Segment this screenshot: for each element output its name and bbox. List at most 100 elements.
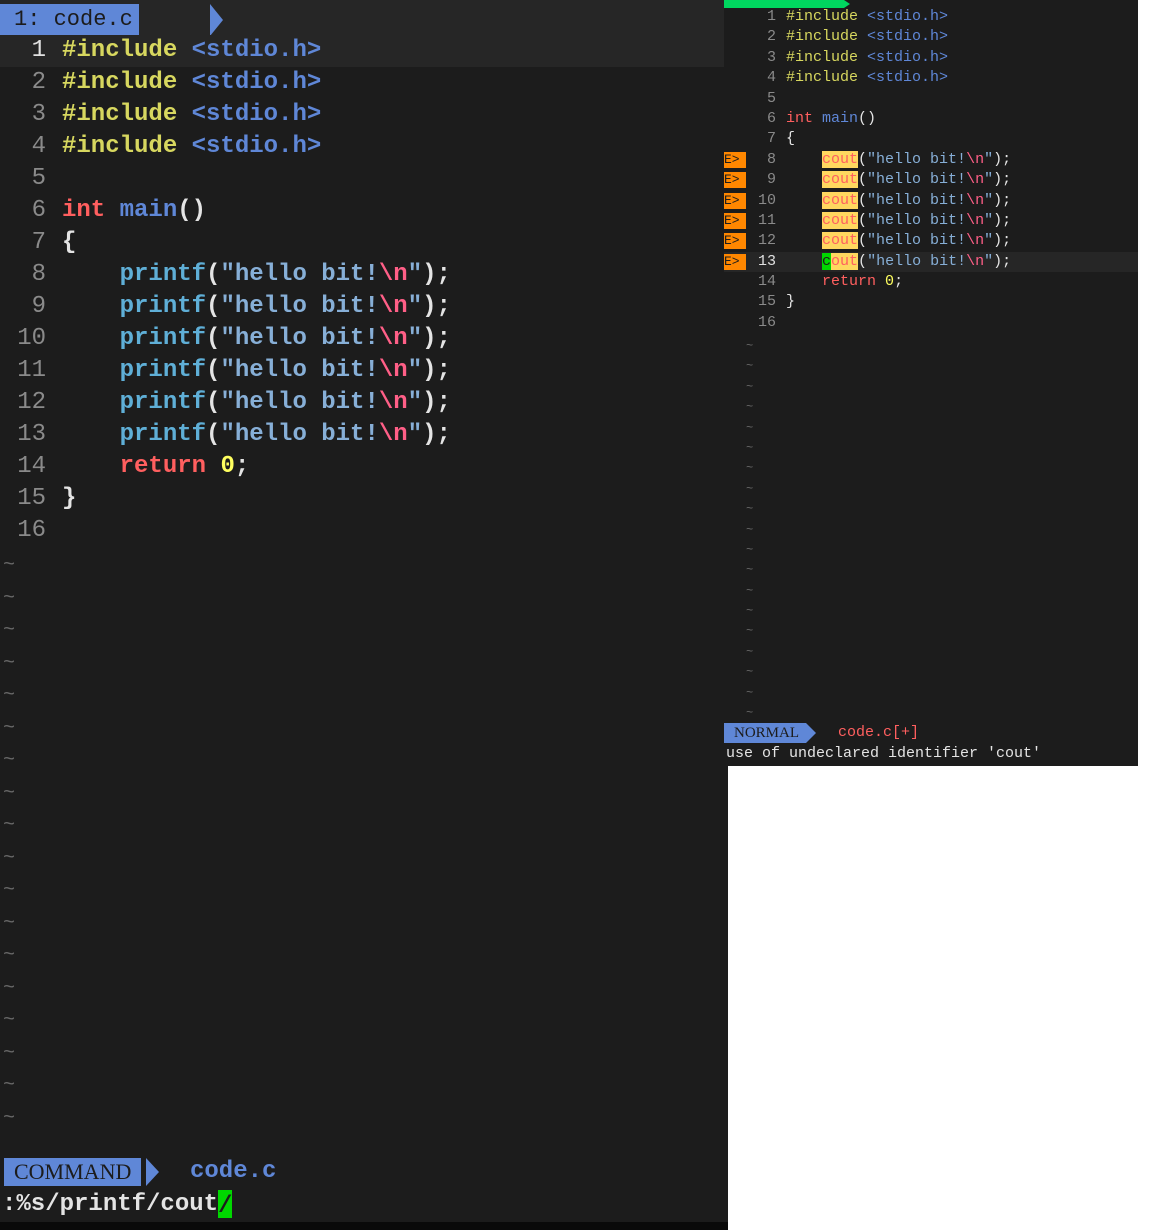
error-sign-marker: E> (724, 151, 746, 168)
string-quote: " (984, 232, 994, 250)
line-number: 14 (757, 273, 776, 291)
line-content: #include <stdio.h> (786, 48, 948, 68)
left-empty-line-markers: ~ ~ ~ ~ ~ ~ ~ ~ ~ ~ ~ ~ ~ ~ ~ ~ ~ ~ (3, 550, 15, 1135)
left-buffer-tab[interactable]: 1: code.c (0, 4, 139, 36)
error-sign-marker: E> (724, 172, 746, 189)
code-line[interactable]: 4 #include <stdio.h> (724, 68, 1138, 88)
line-number: 2 (766, 28, 776, 46)
code-line[interactable]: 11 printf("hello bit!\n"); (0, 355, 728, 387)
return-keyword: return (119, 453, 207, 480)
close-paren: ); (422, 357, 451, 384)
code-line[interactable]: 7{ (0, 227, 728, 259)
right-code-area[interactable]: 1 #include <stdio.h> 2 #include <stdio.h> 3 #… (724, 7, 1138, 333)
line-number: 14 (17, 453, 46, 480)
close-paren: ); (422, 389, 451, 416)
include-header: <stdio.h> (867, 69, 949, 87)
code-line[interactable]: 4 #include <stdio.h> (0, 131, 728, 163)
open-paren: ( (206, 357, 221, 384)
code-line[interactable]: 1 #include <stdio.h> (0, 35, 728, 67)
line-content: cout("hello bit!\n"); (786, 170, 1011, 190)
preprocessor-include: #include (62, 101, 178, 128)
code-line[interactable]: 2 #include <stdio.h> (724, 27, 1138, 47)
code-line[interactable]: 12 printf("hello bit!\n"); (0, 387, 728, 419)
code-line[interactable]: E> 12 cout("hello bit!\n"); (724, 231, 1138, 251)
highlighted-identifier: cout (822, 211, 859, 229)
code-line[interactable]: 5 (0, 163, 728, 195)
left-vim-editor[interactable]: 1: code.c 1 #include <stdio.h> 2 #include <… (0, 0, 728, 1230)
tilde-marker: ~ (746, 522, 754, 537)
code-line[interactable]: 6 int main() (724, 109, 1138, 129)
tilde-marker: ~ (746, 563, 754, 578)
function-name: main (119, 197, 178, 224)
function-call: printf (119, 325, 207, 352)
brace: { (62, 229, 77, 256)
code-line[interactable]: 2 #include <stdio.h> (0, 67, 728, 99)
code-line[interactable]: 13 printf("hello bit!\n"); (0, 419, 728, 451)
code-line[interactable]: 1 #include <stdio.h> (724, 7, 1138, 27)
escape-sequence: \n (378, 325, 408, 352)
code-line[interactable]: 14 return 0; (0, 451, 728, 483)
right-statusline: NORMAL code.c[+] (724, 722, 1138, 744)
line-content: printf("hello bit!\n"); (62, 387, 451, 419)
line-number: 10 (17, 325, 46, 352)
code-line[interactable]: 3 #include <stdio.h> (724, 48, 1138, 68)
string-literal: "hello bit! (867, 252, 967, 270)
tilde-marker: ~ (3, 716, 16, 740)
line-content: int main() (62, 195, 206, 227)
right-vim-editor[interactable]: 1 #include <stdio.h> 2 #include <stdio.h> 3 #… (724, 0, 1138, 766)
line-number: 5 (31, 165, 46, 192)
line-content: #include <stdio.h> (62, 99, 321, 131)
code-line[interactable]: 16 (0, 515, 728, 547)
right-mode-indicator: NORMAL (724, 723, 806, 743)
line-content: { (786, 129, 795, 149)
line-number: 5 (766, 89, 776, 107)
open-paren: ( (858, 232, 868, 250)
code-line[interactable]: 3 #include <stdio.h> (0, 99, 728, 131)
code-line[interactable]: E> 8 cout("hello bit!\n"); (724, 150, 1138, 170)
code-line[interactable]: 9 printf("hello bit!\n"); (0, 291, 728, 323)
escape-sequence: \n (378, 421, 408, 448)
line-number: 16 (17, 517, 46, 544)
left-command-line[interactable]: :%s/printf/cout/ (0, 1188, 728, 1222)
left-bottom-edge (0, 1222, 728, 1230)
line-content: return 0; (786, 272, 903, 292)
code-line[interactable]: E> 9 cout("hello bit!\n"); (724, 170, 1138, 190)
code-line[interactable]: E> 13 cout("hello bit!\n"); (724, 251, 1138, 273)
line-content: return 0; (62, 451, 250, 483)
number-literal: 0 (220, 453, 235, 480)
type-keyword: int (786, 109, 814, 127)
line-content: int main() (786, 109, 876, 129)
escape-sequence: \n (966, 171, 985, 189)
tilde-marker: ~ (746, 665, 754, 680)
semicolon: ; (234, 453, 250, 480)
string-literal: "hello bit! (220, 421, 379, 448)
tilde-marker: ~ (3, 814, 16, 837)
code-line[interactable]: 15} (0, 483, 728, 515)
string-quote: " (407, 293, 423, 320)
left-code-area[interactable]: 1 #include <stdio.h> 2 #include <stdio.h> 3 #… (0, 35, 728, 547)
type-keyword: int (62, 197, 106, 224)
tilde-marker: ~ (3, 619, 16, 642)
code-line[interactable]: 8 printf("hello bit!\n"); (0, 259, 728, 291)
error-message: use of undeclared identifier 'cout' (726, 745, 1042, 762)
code-line[interactable]: E> 10 cout("hello bit!\n"); (724, 191, 1138, 211)
string-literal: "hello bit! (867, 232, 967, 250)
code-line[interactable]: 10 printf("hello bit!\n"); (0, 323, 728, 355)
command-text[interactable]: :%s/printf/cout (2, 1191, 218, 1218)
code-line[interactable]: 5 (724, 89, 1138, 109)
function-name: main (822, 109, 859, 127)
line-content: #include <stdio.h> (786, 27, 948, 47)
code-line[interactable]: 16 (724, 313, 1138, 333)
open-paren: ( (858, 171, 868, 189)
code-line[interactable]: 15} (724, 292, 1138, 312)
tilde-marker: ~ (3, 651, 16, 675)
include-header: <stdio.h> (867, 8, 949, 25)
code-line[interactable]: 14 return 0; (724, 272, 1138, 292)
code-line[interactable]: 7{ (724, 129, 1138, 149)
code-line[interactable]: 6 int main() (0, 195, 728, 227)
code-line[interactable]: E> 11 cout("hello bit!\n"); (724, 211, 1138, 231)
tilde-marker: ~ (3, 749, 16, 772)
tilde-marker: ~ (746, 359, 754, 374)
string-literal: "hello bit! (867, 150, 967, 168)
right-mode-arrow (806, 723, 816, 743)
